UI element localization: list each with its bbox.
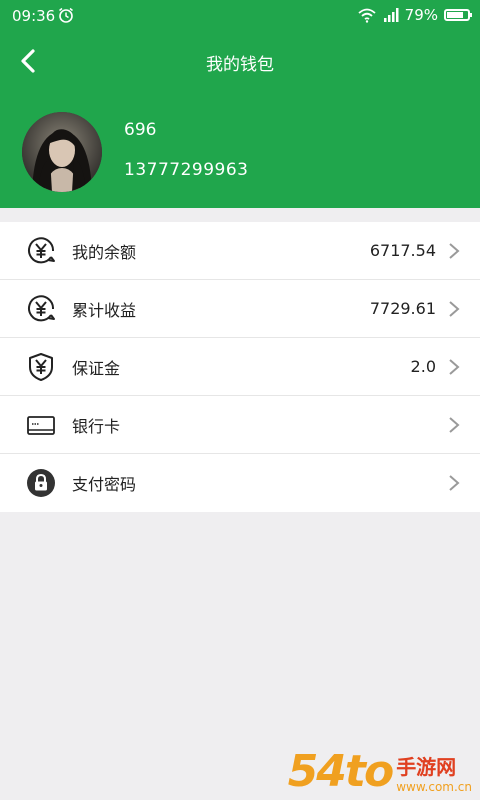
menu-item-balance[interactable]: 我的余额 6717.54 [0, 222, 480, 280]
wifi-icon [358, 8, 376, 23]
chevron-right-icon [449, 359, 460, 375]
status-bar: 09:36 79% [0, 0, 480, 32]
chevron-right-icon [449, 243, 460, 259]
watermark-logo: 54to 手游网 www.com.cn [287, 746, 472, 797]
user-name: 696 [124, 120, 157, 140]
yen-shield-icon [29, 353, 53, 381]
menu-value: 2.0 [410, 357, 436, 376]
menu-label: 保证金 [72, 358, 121, 378]
lock-icon [27, 469, 55, 497]
menu-label: 累计收益 [72, 300, 137, 320]
chevron-right-icon [449, 475, 460, 491]
menu-value: 7729.61 [369, 299, 436, 318]
menu-item-bank-card[interactable]: 银行卡 [0, 396, 480, 454]
avatar-image [22, 112, 102, 192]
menu-item-payment-password[interactable]: 支付密码 [0, 454, 480, 512]
watermark-side: 手游网 www.com.cn [396, 751, 472, 794]
chevron-right-icon [449, 417, 460, 433]
wallet-menu: 我的余额 6717.54 累计收益 7729.61 保证金 2.0 银行卡 支付… [0, 222, 480, 512]
menu-item-deposit[interactable]: 保证金 2.0 [0, 338, 480, 396]
menu-item-total-earnings[interactable]: 累计收益 7729.61 [0, 280, 480, 338]
page-title: 我的钱包 [206, 55, 274, 75]
yen-circle-icon [28, 237, 55, 264]
chevron-right-icon [449, 301, 460, 317]
menu-label: 我的余额 [72, 242, 137, 262]
status-time: 09:36 [12, 7, 56, 25]
user-phone: 13777299963 [124, 160, 249, 180]
watermark-url: www.com.cn [396, 780, 472, 794]
alarm-icon [59, 7, 73, 23]
menu-label: 支付密码 [72, 475, 137, 494]
watermark-main: 54to [287, 746, 394, 797]
bank-card-icon [27, 416, 55, 435]
battery-percent: 79% [404, 6, 438, 24]
battery-level [447, 12, 463, 18]
watermark-title: 手游网 [396, 755, 457, 779]
yen-circle-icon [28, 295, 55, 322]
status-indicators: 79% [357, 6, 472, 24]
signal-icon [383, 8, 399, 22]
battery-icon [444, 9, 472, 21]
wallet-header: 我的钱包 696 13777299963 [0, 32, 480, 208]
menu-label: 银行卡 [72, 416, 121, 436]
menu-value: 6717.54 [369, 241, 436, 260]
avatar[interactable] [22, 112, 102, 192]
